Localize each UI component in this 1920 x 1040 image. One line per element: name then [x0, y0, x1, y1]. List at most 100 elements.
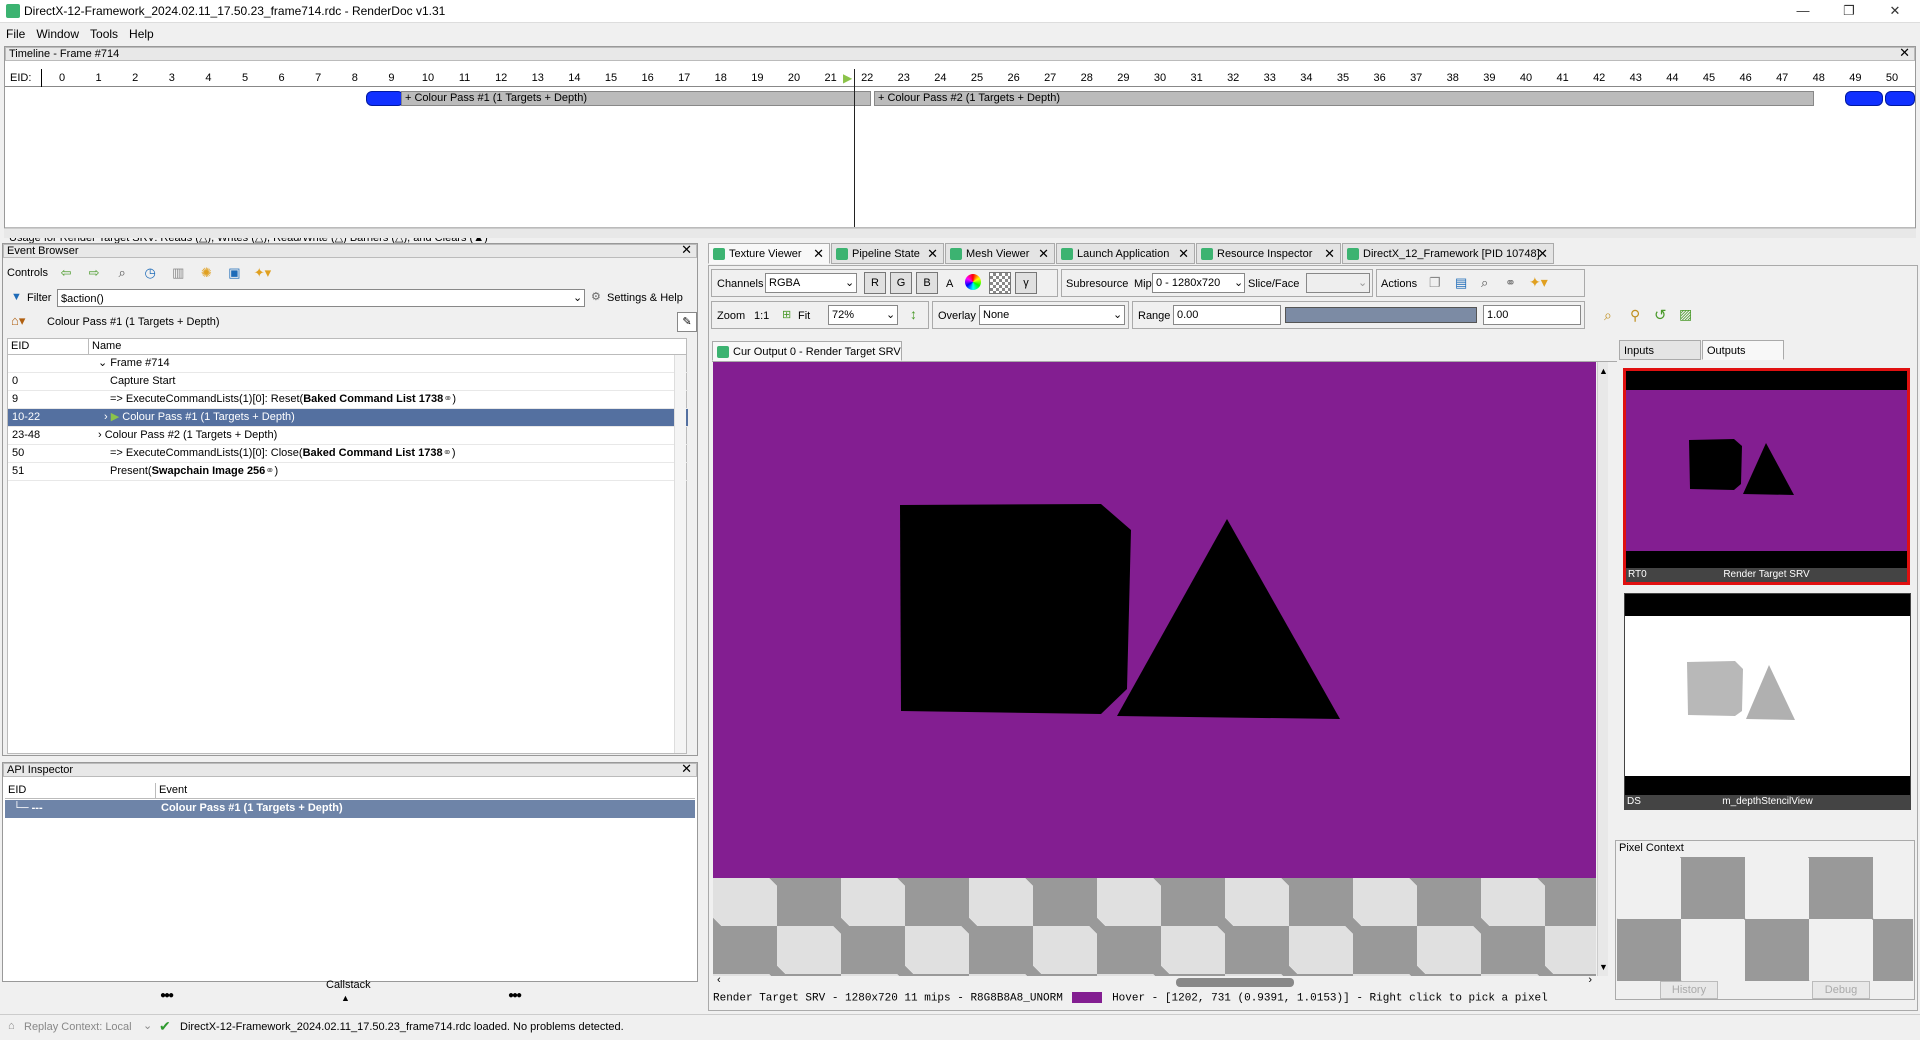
- event-marker-bar[interactable]: [1885, 91, 1915, 106]
- texture-viewport[interactable]: [713, 362, 1596, 976]
- history-button[interactable]: History: [1660, 981, 1718, 999]
- expand-icon[interactable]: ⌄: [98, 357, 110, 369]
- dropdown-arrow-icon[interactable]: ⌄: [1113, 308, 1122, 321]
- close-icon[interactable]: ✕: [1537, 244, 1548, 264]
- debug-button[interactable]: Debug: [1812, 981, 1870, 999]
- callstack-expand-icon[interactable]: ▲: [341, 993, 350, 1003]
- close-window-button[interactable]: ✕: [1872, 0, 1918, 23]
- dropdown-arrow-icon[interactable]: ⌄: [573, 291, 582, 304]
- tree-row[interactable]: ⌄ Frame #714: [8, 355, 688, 373]
- replay-context-label[interactable]: Replay Context: Local: [24, 1021, 132, 1033]
- edit-bookmark-icon[interactable]: ✎: [677, 312, 697, 332]
- tree-row[interactable]: 50 => ExecuteCommandLists(1)[0]: Close(Ba…: [8, 445, 688, 463]
- resource-name[interactable]: Swapchain Image 256: [152, 465, 266, 477]
- zoom-range-icon[interactable]: ⌕: [1604, 307, 1612, 324]
- fit-icon[interactable]: ⊞: [782, 308, 791, 321]
- dropdown-arrow-icon[interactable]: ⌄: [1234, 276, 1243, 289]
- scroll-right-icon[interactable]: ›: [1588, 974, 1592, 986]
- pixel-context-panel[interactable]: Pixel Context History Debug: [1615, 840, 1915, 1000]
- column-name[interactable]: Name: [92, 339, 121, 354]
- dropdown-arrow-icon[interactable]: ⌄: [886, 308, 895, 321]
- viewport-hscrollbar[interactable]: ‹ ›: [713, 974, 1596, 988]
- bookmark-star-icon[interactable]: ✦▾: [1529, 274, 1548, 291]
- callstack-label[interactable]: Callstack: [326, 979, 371, 991]
- green-channel-toggle[interactable]: G: [890, 272, 912, 294]
- reset-range-icon[interactable]: ↺: [1654, 306, 1667, 324]
- tab-live-capture[interactable]: DirectX_12_Framework [PID 10748] ✕: [1342, 243, 1554, 264]
- colours-icon[interactable]: ✺: [197, 264, 215, 282]
- menu-tools[interactable]: Tools: [84, 23, 123, 41]
- tab-texture-viewer[interactable]: Texture Viewer ✕: [708, 243, 830, 264]
- overlay-select[interactable]: None: [979, 305, 1125, 325]
- find-binoculars-icon[interactable]: ⌕: [113, 264, 131, 282]
- event-marker-bar[interactable]: [366, 91, 404, 106]
- save-icon[interactable]: ▣: [225, 264, 243, 282]
- forward-arrow-icon[interactable]: ⇨: [85, 264, 103, 282]
- back-arrow-icon[interactable]: ⇦: [57, 264, 75, 282]
- alpha-channel-toggle[interactable]: A: [946, 278, 953, 290]
- column-eid[interactable]: EID: [8, 783, 26, 798]
- scroll-up-icon[interactable]: ▲: [1599, 366, 1608, 376]
- resource-name[interactable]: Baked Command List 1738: [303, 393, 443, 405]
- expand-icon[interactable]: ›: [104, 411, 111, 423]
- close-icon[interactable]: ✕: [681, 243, 692, 256]
- gamma-toggle[interactable]: γ: [1015, 272, 1037, 294]
- breadcrumb-item[interactable]: Colour Pass #1 (1 Targets + Depth): [47, 316, 220, 328]
- save-texture-icon[interactable]: ▤: [1455, 275, 1467, 291]
- zoom-1to1-button[interactable]: 1:1: [754, 310, 769, 322]
- statistics-icon[interactable]: ▥: [169, 264, 187, 282]
- checkerboard-toggle-icon[interactable]: [989, 272, 1011, 294]
- home-icon[interactable]: ⌂▾: [11, 313, 25, 329]
- resource-name[interactable]: Baked Command List 1738: [303, 447, 443, 459]
- auto-fit-wand-icon[interactable]: ⚲: [1630, 307, 1640, 324]
- column-eid[interactable]: EID: [11, 339, 29, 354]
- splitter-dots[interactable]: ●●●: [160, 990, 174, 1001]
- timeline-scrollbar[interactable]: [4, 228, 1916, 238]
- blue-channel-toggle[interactable]: B: [916, 272, 938, 294]
- api-event-row[interactable]: └─ --- Colour Pass #1 (1 Targets + Depth…: [5, 800, 695, 818]
- dropdown-arrow-icon[interactable]: ⌄: [845, 276, 854, 289]
- close-icon[interactable]: ✕: [1899, 46, 1910, 59]
- tab-mesh-viewer[interactable]: Mesh Viewer ✕: [945, 243, 1055, 264]
- colour-pass-1-bar[interactable]: + Colour Pass #1 (1 Targets + Depth): [401, 91, 871, 106]
- tab-launch-application[interactable]: Launch Application ✕: [1056, 243, 1195, 264]
- event-marker-bar[interactable]: [1845, 91, 1883, 106]
- column-event[interactable]: Event: [159, 783, 187, 798]
- settings-help-button[interactable]: Settings & Help: [607, 292, 683, 304]
- binoculars-icon[interactable]: ⌕: [1481, 275, 1488, 291]
- tab-resource-inspector[interactable]: Resource Inspector ✕: [1196, 243, 1341, 264]
- menu-help[interactable]: Help: [123, 23, 159, 41]
- thumbnail-depth-stencil[interactable]: DS m_depthStencilView: [1624, 593, 1911, 810]
- tree-row[interactable]: 10-22 › ▶ Colour Pass #1 (1 Targets + Dep…: [8, 409, 688, 427]
- gear-icon[interactable]: ⚙: [591, 290, 601, 303]
- expand-icon[interactable]: ›: [98, 429, 105, 441]
- timing-clock-icon[interactable]: ◷: [141, 264, 159, 282]
- tree-row[interactable]: 23-48 › Colour Pass #2 (1 Targets + Depth…: [8, 427, 688, 445]
- maximize-button[interactable]: ❐: [1826, 0, 1872, 23]
- viewport-vscrollbar[interactable]: ▲ ▼: [1597, 362, 1608, 976]
- menu-window[interactable]: Window: [30, 23, 84, 41]
- eid-ruler[interactable]: EID: 0 1 2 3 4 5 6 7 8 9 10 11 12 13 14 15 16 17 18 19 20 21 2…: [5, 69, 1915, 87]
- fit-button[interactable]: Fit: [798, 310, 810, 322]
- colour-pass-2-bar[interactable]: + Colour Pass #2 (1 Targets + Depth): [874, 91, 1814, 106]
- dropdown-arrow-icon[interactable]: ⌄: [1358, 276, 1367, 289]
- close-icon[interactable]: ✕: [1038, 244, 1049, 264]
- tree-row[interactable]: 9 => ExecuteCommandLists(1)[0]: Reset(Bak…: [8, 391, 688, 409]
- mip-select[interactable]: 0 - 1280x720: [1152, 273, 1245, 293]
- red-channel-toggle[interactable]: R: [864, 272, 886, 294]
- color-wheel-icon[interactable]: [965, 274, 981, 290]
- resource-link-icon[interactable]: ⚭: [265, 465, 274, 477]
- menu-file[interactable]: File: [0, 23, 30, 41]
- range-histogram-slider[interactable]: [1285, 307, 1477, 323]
- close-icon[interactable]: ✕: [1324, 244, 1335, 264]
- scroll-left-icon[interactable]: ‹: [717, 974, 721, 986]
- copy-icon[interactable]: ❐: [1429, 275, 1441, 291]
- thumbnail-render-target[interactable]: RT0 Render Target SRV: [1623, 368, 1910, 585]
- filter-input[interactable]: $action(): [57, 289, 585, 307]
- flip-vertical-icon[interactable]: ↕: [910, 306, 917, 322]
- range-min-input[interactable]: 0.00: [1173, 305, 1281, 325]
- channels-select[interactable]: RGBA: [765, 273, 857, 293]
- tree-row[interactable]: 51 Present(Swapchain Image 256⚭): [8, 463, 688, 481]
- dropdown-arrow-icon[interactable]: ⌄: [143, 1019, 152, 1032]
- close-icon[interactable]: ✕: [1178, 244, 1189, 264]
